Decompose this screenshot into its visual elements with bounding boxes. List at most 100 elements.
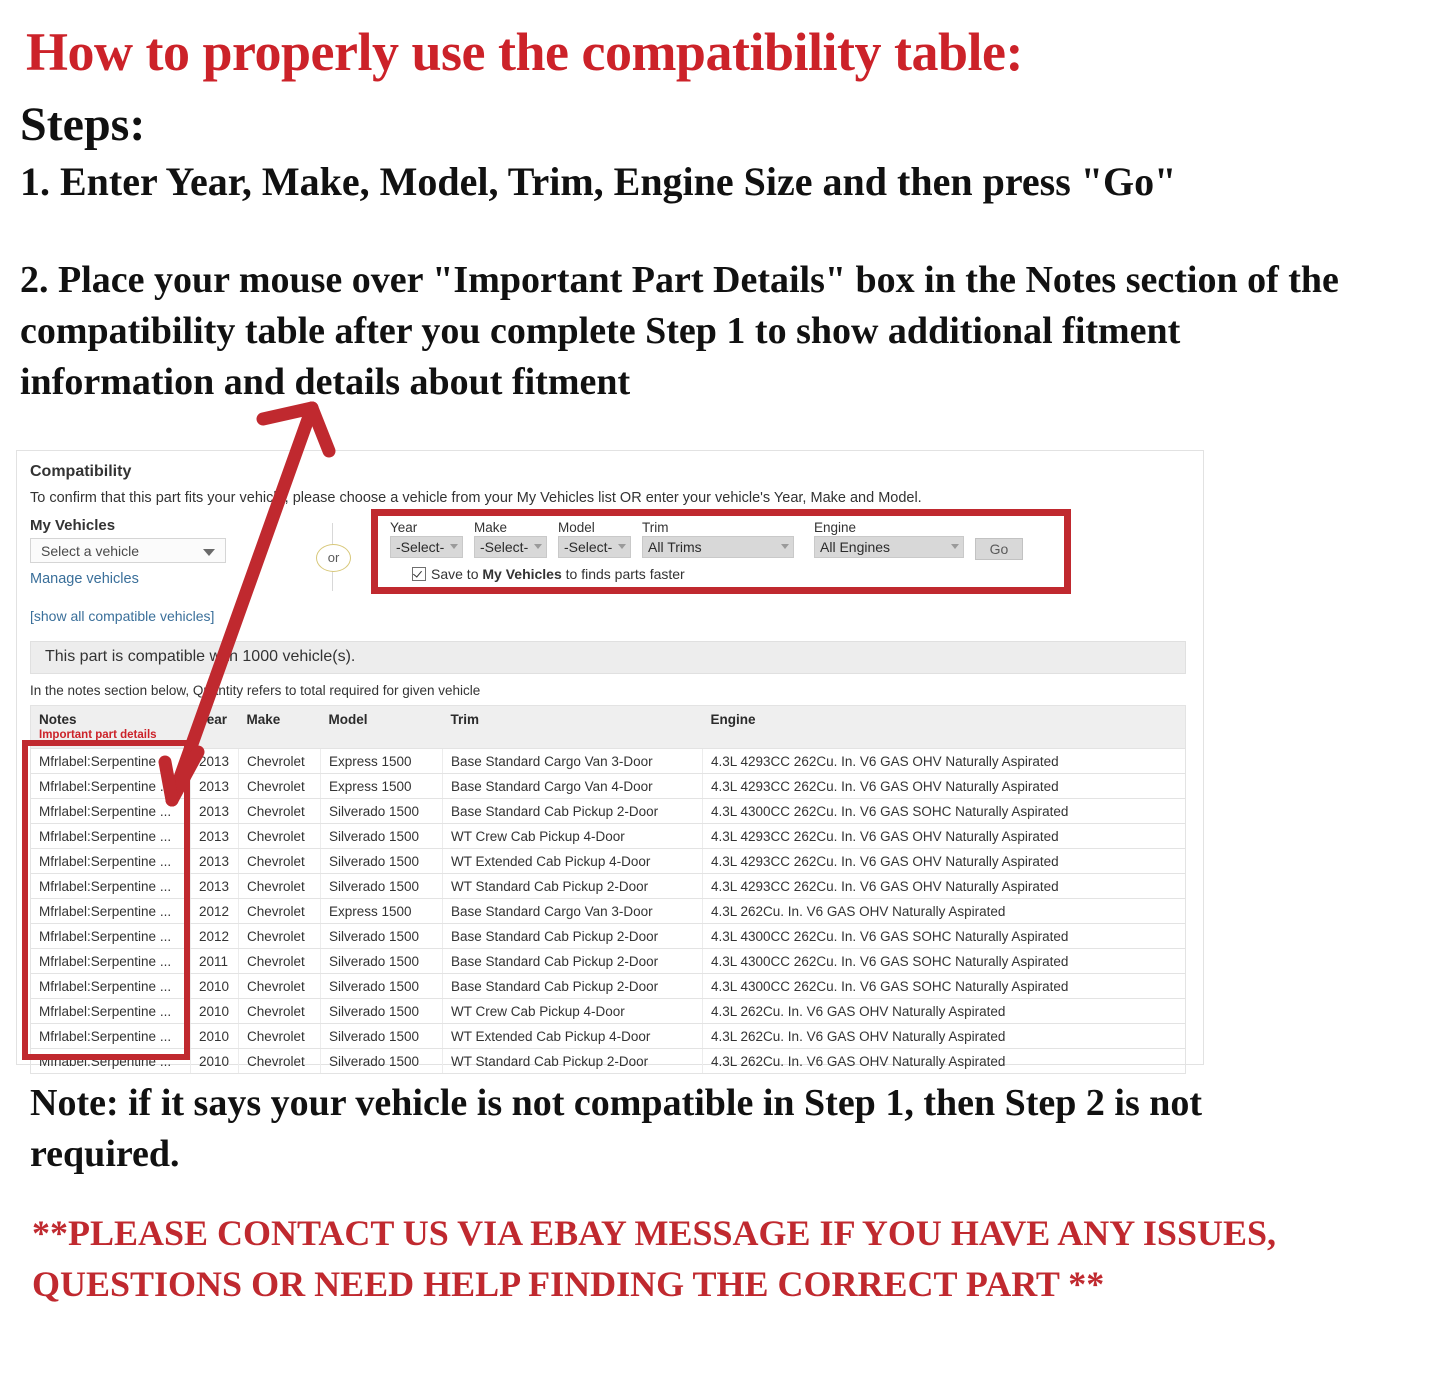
cell-trim: WT Standard Cab Pickup 2-Door	[442, 873, 703, 899]
field-year-label: Year	[390, 520, 418, 535]
field-engine-label: Engine	[814, 520, 857, 535]
cell-year: 2013	[190, 798, 239, 824]
quantity-note: In the notes section below, Quantity ref…	[30, 683, 481, 698]
table-row: Mfrlabel:Serpentine ... 2010 Chevrolet Silv…	[30, 973, 1186, 999]
trim-select[interactable]: All Trims	[642, 536, 794, 558]
cell-model: Silverado 1500	[320, 973, 443, 999]
cell-trim: Base Standard Cargo Van 4-Door	[442, 773, 703, 799]
year-select-value: -Select-	[396, 539, 445, 555]
cell-model: Express 1500	[320, 773, 443, 799]
table-row: Mfrlabel:Serpentine ... 2013 Chevrolet Silv…	[30, 848, 1186, 874]
or-divider-label: or	[316, 544, 351, 572]
cell-engine: 4.3L 262Cu. In. V6 GAS OHV Naturally Asp…	[702, 898, 1186, 924]
vehicle-select-value: Select a vehicle	[41, 543, 140, 559]
cell-model: Express 1500	[320, 748, 443, 774]
cell-model: Express 1500	[320, 898, 443, 924]
cell-year: 2013	[190, 773, 239, 799]
arrow-head-upper-left	[256, 401, 319, 426]
column-header-notes-label: Notes	[39, 712, 77, 727]
cell-make: Chevrolet	[238, 798, 321, 824]
field-model-label: Model	[558, 520, 595, 535]
chevron-down-icon	[534, 544, 542, 549]
cell-year: 2010	[190, 1048, 239, 1074]
cell-model: Silverado 1500	[320, 1023, 443, 1049]
cell-trim: WT Standard Cab Pickup 2-Door	[442, 1048, 703, 1074]
compatibility-subtitle: To confirm that this part fits your vehi…	[30, 490, 922, 506]
save-suffix-text: to finds parts faster	[561, 566, 685, 582]
cell-engine: 4.3L 262Cu. In. V6 GAS OHV Naturally Asp…	[702, 1048, 1186, 1074]
cell-trim: Base Standard Cab Pickup 2-Door	[442, 923, 703, 949]
my-vehicles-label: My Vehicles	[30, 517, 116, 534]
cell-model: Silverado 1500	[320, 923, 443, 949]
table-row: Mfrlabel:Serpentine ... 2010 Chevrolet Silv…	[30, 998, 1186, 1024]
field-trim: Trim All Trims	[642, 520, 794, 558]
engine-select-value: All Engines	[820, 539, 891, 555]
column-header-engine: Engine	[702, 705, 1186, 749]
page-title: How to properly use the compatibility ta…	[26, 22, 1023, 82]
engine-select[interactable]: All Engines	[814, 536, 964, 558]
cell-year: 2013	[190, 748, 239, 774]
table-header-row: Notes Important part details Year Make M…	[30, 705, 1186, 749]
cell-model: Silverado 1500	[320, 998, 443, 1024]
cell-year: 2012	[190, 923, 239, 949]
column-header-model: Model	[320, 705, 443, 749]
show-all-compatible-vehicles-link[interactable]: [show all compatible vehicles]	[30, 608, 214, 624]
step-2-text: 2. Place your mouse over "Important Part…	[20, 259, 1339, 403]
vehicle-select-dropdown[interactable]: Select a vehicle	[30, 538, 226, 563]
cell-model: Silverado 1500	[320, 823, 443, 849]
instruction-graphic: How to properly use the compatibility ta…	[0, 0, 1445, 1393]
cell-engine: 4.3L 4300CC 262Cu. In. V6 GAS SOHC Natur…	[702, 948, 1186, 974]
cell-make: Chevrolet	[238, 973, 321, 999]
cell-model: Silverado 1500	[320, 1048, 443, 1074]
cell-make: Chevrolet	[238, 948, 321, 974]
cell-engine: 4.3L 262Cu. In. V6 GAS OHV Naturally Asp…	[702, 998, 1186, 1024]
cell-year: 2010	[190, 973, 239, 999]
cell-year: 2010	[190, 998, 239, 1024]
make-select[interactable]: -Select-	[474, 536, 547, 558]
cell-year: 2013	[190, 823, 239, 849]
go-button[interactable]: Go	[975, 538, 1023, 560]
cell-make: Chevrolet	[238, 923, 321, 949]
cell-year: 2013	[190, 848, 239, 874]
year-select[interactable]: -Select-	[390, 536, 463, 558]
cell-trim: Base Standard Cab Pickup 2-Door	[442, 948, 703, 974]
save-prefix-text: Save to	[431, 566, 483, 582]
field-trim-label: Trim	[642, 520, 669, 535]
table-row: Mfrlabel:Serpentine ... 2013 Chevrolet Expr…	[30, 748, 1186, 774]
cell-model: Silverado 1500	[320, 848, 443, 874]
notes-column-highlight-box	[22, 740, 190, 1060]
cell-make: Chevrolet	[238, 848, 321, 874]
compatible-count-text: This part is compatible with 1000 vehicl…	[45, 648, 356, 665]
table-row: Mfrlabel:Serpentine ... 2013 Chevrolet Expr…	[30, 773, 1186, 799]
cell-make: Chevrolet	[238, 1023, 321, 1049]
cell-engine: 4.3L 4293CC 262Cu. In. V6 GAS OHV Natura…	[702, 848, 1186, 874]
field-year: Year -Select-	[390, 520, 463, 558]
fitment-table: Notes Important part details Year Make M…	[30, 705, 1186, 1074]
closing-note-text: Note: if it says your vehicle is not com…	[30, 1082, 1203, 1175]
save-to-my-vehicles-checkbox[interactable]	[412, 567, 426, 581]
cell-make: Chevrolet	[238, 898, 321, 924]
cell-year: 2013	[190, 873, 239, 899]
chevron-down-icon	[203, 549, 215, 556]
table-row: Mfrlabel:Serpentine ... 2010 Chevrolet Silv…	[30, 1048, 1186, 1074]
cell-engine: 4.3L 4300CC 262Cu. In. V6 GAS SOHC Natur…	[702, 798, 1186, 824]
chevron-down-icon	[618, 544, 626, 549]
steps-label: Steps:	[20, 98, 146, 151]
column-header-trim: Trim	[442, 705, 703, 749]
cell-make: Chevrolet	[238, 773, 321, 799]
column-header-make: Make	[238, 705, 321, 749]
cell-model: Silverado 1500	[320, 873, 443, 899]
field-make: Make -Select-	[474, 520, 547, 558]
manage-vehicles-link[interactable]: Manage vehicles	[30, 571, 139, 587]
save-to-my-vehicles-row[interactable]: Save to My Vehicles to finds parts faste…	[412, 565, 685, 582]
column-header-year: Year	[190, 705, 239, 749]
model-select[interactable]: -Select-	[558, 536, 631, 558]
vehicle-finder-form: Year -Select- Make -Select- Model -Selec…	[390, 520, 1050, 582]
chevron-down-icon	[781, 544, 789, 549]
cell-trim: WT Crew Cab Pickup 4-Door	[442, 998, 703, 1024]
field-model: Model -Select-	[558, 520, 631, 558]
field-engine: Engine All Engines	[814, 520, 964, 558]
trim-select-value: All Trims	[648, 539, 702, 555]
cell-model: Silverado 1500	[320, 798, 443, 824]
step-1-text: 1. Enter Year, Make, Model, Trim, Engine…	[20, 159, 1177, 204]
